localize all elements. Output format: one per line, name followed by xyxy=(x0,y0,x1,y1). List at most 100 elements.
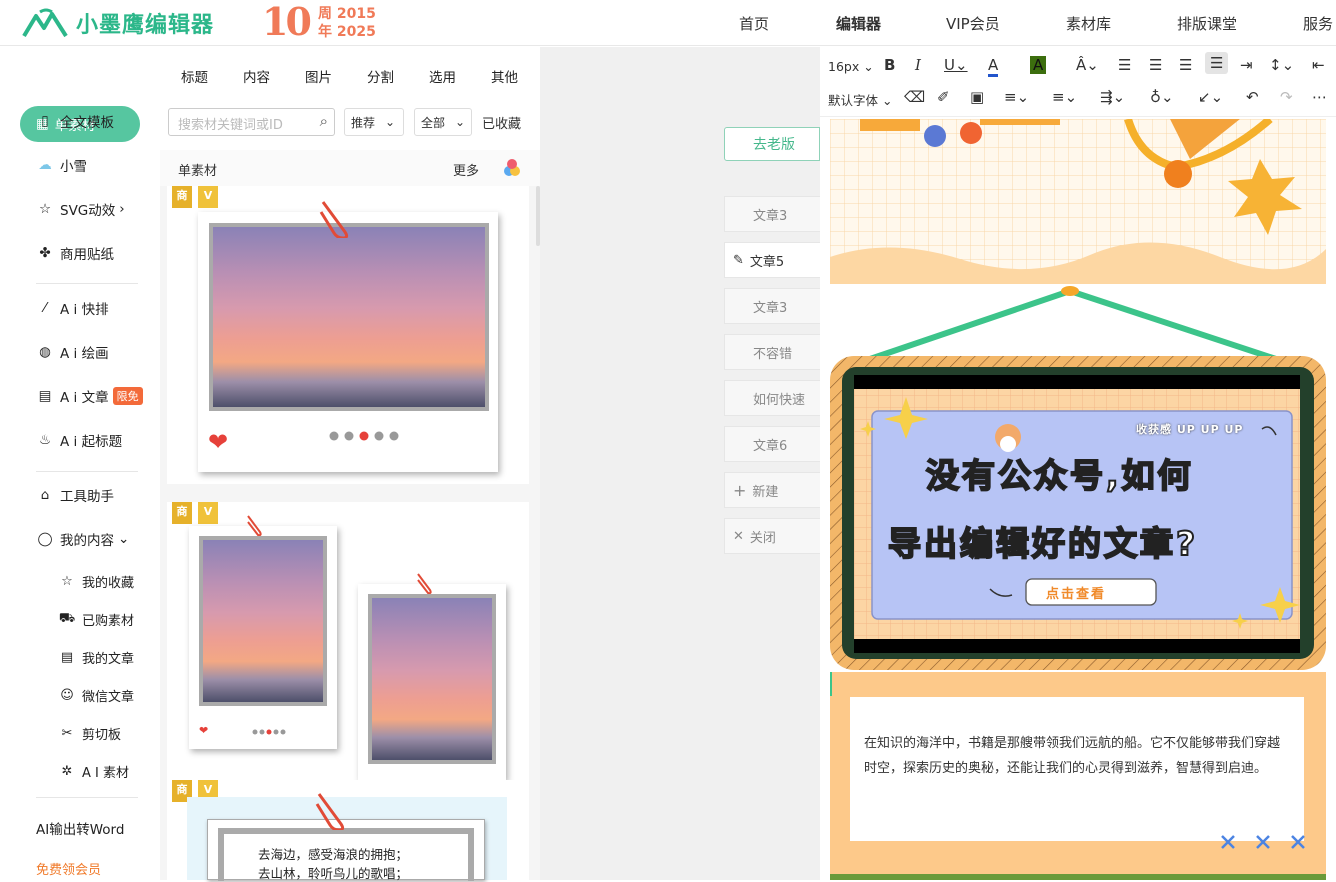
heart-icon: ❤ xyxy=(199,724,209,737)
rail-sub-wechat[interactable]: ☺ 微信文章 xyxy=(58,683,134,707)
align-center-icon[interactable]: ☰ xyxy=(1149,56,1162,74)
paragraph-spacing-icon[interactable]: ≡⌄ xyxy=(1004,88,1029,106)
close-article-button[interactable]: ✕ 关闭 xyxy=(724,518,820,554)
text-effect-icon[interactable]: Â⌄ xyxy=(1076,56,1099,74)
nav-materials[interactable]: 素材库 xyxy=(1066,13,1111,34)
font-family-select[interactable]: 默认字体 ⌄ xyxy=(828,90,892,109)
chevron-down-icon: ⌄ xyxy=(118,531,130,547)
rail-item-ai-title[interactable]: ♨ A i 起标题 xyxy=(36,428,122,452)
old-version-button[interactable]: 去老版 xyxy=(724,127,820,161)
indent-icon[interactable]: ⇥ xyxy=(1240,56,1253,74)
chevron-down-icon: ⌄ xyxy=(385,115,396,129)
paperclip-icon xyxy=(313,790,349,832)
rail-item-label: 工具助手 xyxy=(60,489,114,505)
sparkle-icon: ✲ xyxy=(61,763,73,779)
tab-content[interactable]: 内容 xyxy=(243,66,270,86)
eraser-icon[interactable]: ⌫ xyxy=(904,88,925,106)
collapse-icon[interactable]: ⇤ xyxy=(1312,56,1325,74)
material-card[interactable]: 商 V 去海边，感受海浪的拥抱； 去山林，聆听鸟儿的歌唱； xyxy=(167,780,529,881)
banner-title-line2: 导出编辑好的文章? xyxy=(887,523,1199,564)
article-tabs-area: 去老版 文章3 ✎ 文章5 文章3 不容错 如何快速 文章6 + 新建 ✕ 关闭 xyxy=(540,47,820,880)
bulb-icon[interactable]: ♁⌄ xyxy=(1150,88,1174,106)
tab-selected[interactable]: 选用 xyxy=(429,66,456,86)
rail-item-ai-paint[interactable]: ◍ A i 绘画 xyxy=(36,340,108,364)
body-paragraph[interactable]: 在知识的海洋中，书籍是那艘带领我们远航的船。它不仅能够带我们穿越时空，探索历史的… xyxy=(864,731,1292,781)
divider-icon[interactable]: ≡⌄ xyxy=(1052,88,1077,106)
rail-sub-clipboard[interactable]: ✂ 剪切板 xyxy=(58,721,121,745)
nav-courses[interactable]: 排版课堂 xyxy=(1177,13,1237,34)
vip-tag: V xyxy=(198,186,218,208)
font-size-select[interactable]: 16px ⌄ xyxy=(828,59,874,74)
align-right-icon[interactable]: ☰ xyxy=(1179,56,1192,74)
logo-text[interactable]: 小墨鹰编辑器 xyxy=(76,7,214,39)
commercial-tag: 商 xyxy=(172,186,192,208)
top-header: 小墨鹰编辑器 10 周 2015 年 2025 首页 编辑器 VIP会员 素材库… xyxy=(0,0,1336,46)
material-card[interactable]: 商 V ❤ xyxy=(167,502,529,780)
rail-item-label: A i 文章 xyxy=(60,390,109,406)
material-panel: 标题 内容 图片 分割 选用 其他 搜索材关键词或ID ⌕ 推荐 ⌄ 全部 ⌄ 已收… xyxy=(160,47,540,881)
nav-editor[interactable]: 编辑器 xyxy=(836,13,881,34)
close-icon: ✕ xyxy=(733,528,744,544)
article-tab[interactable]: 如何快速 xyxy=(724,380,820,416)
editor-canvas[interactable]: 收获感 UP UP UP 没有公众号,如何 导出编辑好的文章? 点击查看 在知识… xyxy=(830,119,1326,880)
cart-icon: ⛟ xyxy=(58,610,76,626)
tab-image[interactable]: 图片 xyxy=(305,66,332,86)
sort-select[interactable]: 推荐 ⌄ xyxy=(344,108,404,136)
scope-select[interactable]: 全部 ⌄ xyxy=(414,108,472,136)
article-tab[interactable]: 文章6 xyxy=(724,426,820,462)
search-input[interactable]: 搜索材关键词或ID ⌕ xyxy=(168,108,335,136)
article-tab[interactable]: 文章3 xyxy=(724,196,820,232)
italic-icon[interactable]: I xyxy=(915,56,921,74)
rail-item-ai-article[interactable]: ▤ A i 文章 限免 xyxy=(36,384,143,408)
new-article-button[interactable]: + 新建 xyxy=(724,472,820,508)
file-icon: ▤ xyxy=(60,649,74,665)
undo-icon[interactable]: ↶ xyxy=(1246,88,1259,106)
line-height-icon[interactable]: ↕⌄ xyxy=(1269,56,1294,74)
indent-spacing-icon[interactable]: ⇶⌄ xyxy=(1100,88,1125,106)
underline-icon[interactable]: U⌄ xyxy=(944,56,968,74)
article-tab-active[interactable]: ✎ 文章5 xyxy=(724,242,820,278)
rail-item-word-export[interactable]: AI输出转Word xyxy=(36,816,124,840)
align-justify-icon[interactable]: ☰ xyxy=(1205,52,1229,74)
rail-sub-ai-material[interactable]: ✲ A I 素材 xyxy=(58,759,129,783)
more-link[interactable]: 更多 xyxy=(453,160,479,179)
tab-other[interactable]: 其他 xyxy=(491,66,518,86)
image-icon[interactable]: ▣ xyxy=(970,88,984,106)
rail-item-ai-layout[interactable]: ⁄ A i 快排 xyxy=(36,296,109,320)
article-tab[interactable]: 文章3 xyxy=(724,288,820,324)
left-rail: ▦ 单素材 ▯ 全文模板 ☁ 小雪 ☆ SVG动效 › ✤ 商用贴纸 ⁄ A i 快排 ◍ A… xyxy=(0,47,160,880)
rail-sub-articles[interactable]: ▤ 我的文章 xyxy=(58,645,134,669)
nav-home[interactable]: 首页 xyxy=(739,13,769,34)
rail-item-tools[interactable]: ⌂ 工具助手 xyxy=(36,483,114,507)
rail-item-my-content[interactable]: ◯ 我的内容 ⌄ xyxy=(36,527,129,551)
divider xyxy=(36,797,138,798)
nav-vip[interactable]: VIP会员 xyxy=(946,13,1000,34)
rail-item-stickers[interactable]: ✤ 商用贴纸 xyxy=(36,241,114,265)
search-icon[interactable]: ⌕ xyxy=(320,112,328,130)
rail-sub-favorites[interactable]: ☆ 我的收藏 xyxy=(58,569,134,593)
rail-item-templates[interactable]: ▯ 全文模板 xyxy=(36,109,114,133)
carousel-dots xyxy=(252,724,286,735)
rail-item-svg[interactable]: ☆ SVG动效 › xyxy=(36,197,125,221)
rail-sub-purchased[interactable]: ⛟ 已购素材 xyxy=(58,607,134,631)
redo-icon[interactable]: ↷ xyxy=(1280,88,1293,106)
banner-button[interactable]: 点击查看 xyxy=(1046,583,1106,602)
more-icon[interactable]: ⋯ xyxy=(1312,88,1327,106)
free-vip-link[interactable]: 免费领会员 xyxy=(36,856,101,880)
align-left-icon[interactable]: ☰ xyxy=(1118,56,1131,74)
polaroid-frame: ❤ xyxy=(189,526,337,749)
article-tab[interactable]: 不容错 xyxy=(724,334,820,370)
font-color-icon[interactable]: A xyxy=(988,56,999,77)
bold-icon[interactable]: B xyxy=(884,56,895,74)
material-card[interactable]: 商 V ❤ xyxy=(167,186,529,484)
tab-divider[interactable]: 分割 xyxy=(367,66,394,86)
color-dots-icon[interactable] xyxy=(502,156,522,178)
logo-icon[interactable] xyxy=(22,8,70,38)
tab-title[interactable]: 标题 xyxy=(181,66,208,86)
favorited-filter[interactable]: 已收藏 xyxy=(482,113,521,132)
rail-item-snow[interactable]: ☁ 小雪 xyxy=(36,153,87,177)
highlight-icon[interactable]: A xyxy=(1030,56,1047,74)
nav-service[interactable]: 服务 xyxy=(1303,13,1333,34)
arrow-icon[interactable]: ↙⌄ xyxy=(1198,88,1223,106)
format-brush-icon[interactable]: ✐ xyxy=(937,88,950,106)
